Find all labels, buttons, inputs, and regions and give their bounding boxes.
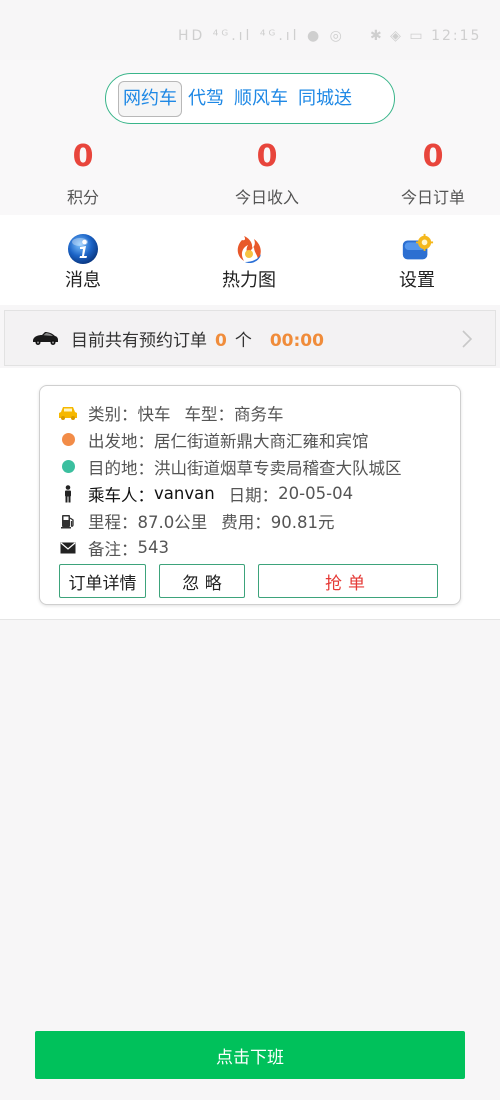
order-category-row: 类别： 快车 车型： 商务车 [58, 399, 284, 426]
stat-points-value: 0 [72, 139, 94, 174]
fee-label: 费用： [221, 512, 271, 532]
car-type-label: 车型： [184, 404, 235, 424]
departure-dot-icon [58, 433, 78, 446]
order-mileage-row: 里程： 87.0公里 费用： 90.81元 [58, 507, 335, 534]
order-note-row: 备注： 543 [58, 534, 169, 561]
category-value: 快车 [137, 404, 171, 424]
heatmap-icon [232, 232, 266, 266]
destination-dot-icon [58, 460, 78, 473]
stat-orders: 0 今日订单 [368, 140, 498, 208]
tab-ride-hailing[interactable]: 网约车 [118, 80, 182, 117]
stat-income: 0 今日收入 [202, 140, 332, 208]
clock: 12:15 [431, 28, 482, 44]
service-tabs: 网约车 代驾 顺风车 同城送 [105, 73, 395, 124]
chevron-right-icon [462, 330, 473, 348]
destination-label: 目的地： [88, 458, 154, 478]
stat-income-label: 今日收入 [234, 188, 299, 207]
tab-designated-driver[interactable]: 代驾 [184, 82, 228, 116]
taxi-icon [58, 405, 78, 421]
signal-icons: HD ⁴ᴳ.ıl ⁴ᴳ.ıl ● ◎ [178, 28, 345, 44]
person-icon [58, 484, 78, 503]
order-details-button[interactable]: 订单详情 [59, 564, 146, 598]
status-bar: HD ⁴ᴳ.ıl ⁴ᴳ.ıl ● ◎ ✱ ◈ ▭ 12:15 [0, 0, 500, 60]
booking-label: 目前共有预约订单 [71, 330, 207, 351]
departure-label: 出发地： [88, 431, 154, 451]
booking-time: 00:00 [269, 330, 324, 351]
stat-points: 0 积分 [18, 140, 148, 208]
stat-points-label: 积分 [66, 188, 99, 207]
order-details: 类别： 快车 车型： 商务车 出发地： 居仁街道新鼎大商汇雍和宾馆 目的地： 洪… [46, 391, 454, 559]
booking-summary-bar[interactable]: 目前共有预约订单 0 个 00:00 [4, 310, 496, 366]
off-duty-button[interactable]: 点击下班 [35, 1031, 465, 1079]
fuel-pump-icon [58, 513, 78, 529]
booking-count: 0 [215, 330, 227, 351]
menu-messages[interactable]: 消息 [28, 232, 138, 292]
stat-orders-value: 0 [422, 139, 444, 174]
stat-income-value: 0 [256, 139, 278, 174]
ignore-button[interactable]: 忽 略 [159, 564, 245, 598]
settings-icon [400, 232, 434, 266]
category-label: 类别： [88, 404, 138, 424]
note-label: 备注： [88, 539, 138, 559]
info-icon [66, 232, 100, 266]
note-value: 543 [137, 538, 170, 557]
fee-value: 90.81元 [270, 512, 335, 532]
order-departure-row: 出发地： 居仁街道新鼎大商汇雍和宾馆 [58, 426, 369, 453]
tab-carpool[interactable]: 顺风车 [230, 82, 292, 116]
date-value: 20-05-04 [278, 484, 354, 503]
departure-value: 居仁街道新鼎大商汇雍和宾馆 [154, 431, 369, 451]
mileage-value: 87.0公里 [137, 512, 208, 532]
car-type-value: 商务车 [234, 404, 284, 424]
mileage-label: 里程： [88, 512, 138, 532]
menu-settings-label: 设置 [399, 270, 435, 291]
system-icons: ✱ ◈ ▭ [370, 28, 425, 44]
status-right-area: ✱ ◈ ▭ 12:15 [370, 28, 481, 44]
grab-order-button[interactable]: 抢单 [258, 564, 438, 598]
menu-heatmap[interactable]: 热力图 [194, 232, 304, 292]
booking-text: 目前共有预约订单 0 个 00:00 [71, 326, 324, 351]
car-icon [33, 332, 58, 345]
order-card: 类别： 快车 车型： 商务车 出发地： 居仁街道新鼎大商汇雍和宾馆 目的地： 洪… [39, 385, 461, 605]
menu-row: 消息 热力图 设置 [0, 215, 500, 305]
menu-heatmap-label: 热力图 [222, 270, 276, 291]
passenger-name: vanvan [154, 484, 215, 503]
envelope-icon [58, 542, 78, 554]
date-label: 日期： [228, 485, 279, 505]
order-destination-row: 目的地： 洪山街道烟草专卖局稽查大队城区 [58, 453, 402, 480]
passenger-label: 乘车人： [88, 485, 154, 505]
booking-unit: 个 [234, 330, 252, 351]
destination-value: 洪山街道烟草专卖局稽查大队城区 [154, 458, 402, 478]
order-passenger-row: 乘车人： vanvan 日期： 20-05-04 [58, 480, 353, 507]
menu-messages-label: 消息 [65, 270, 101, 291]
menu-settings[interactable]: 设置 [362, 232, 472, 292]
tab-city-delivery[interactable]: 同城送 [294, 82, 356, 116]
stat-orders-label: 今日订单 [400, 188, 465, 207]
